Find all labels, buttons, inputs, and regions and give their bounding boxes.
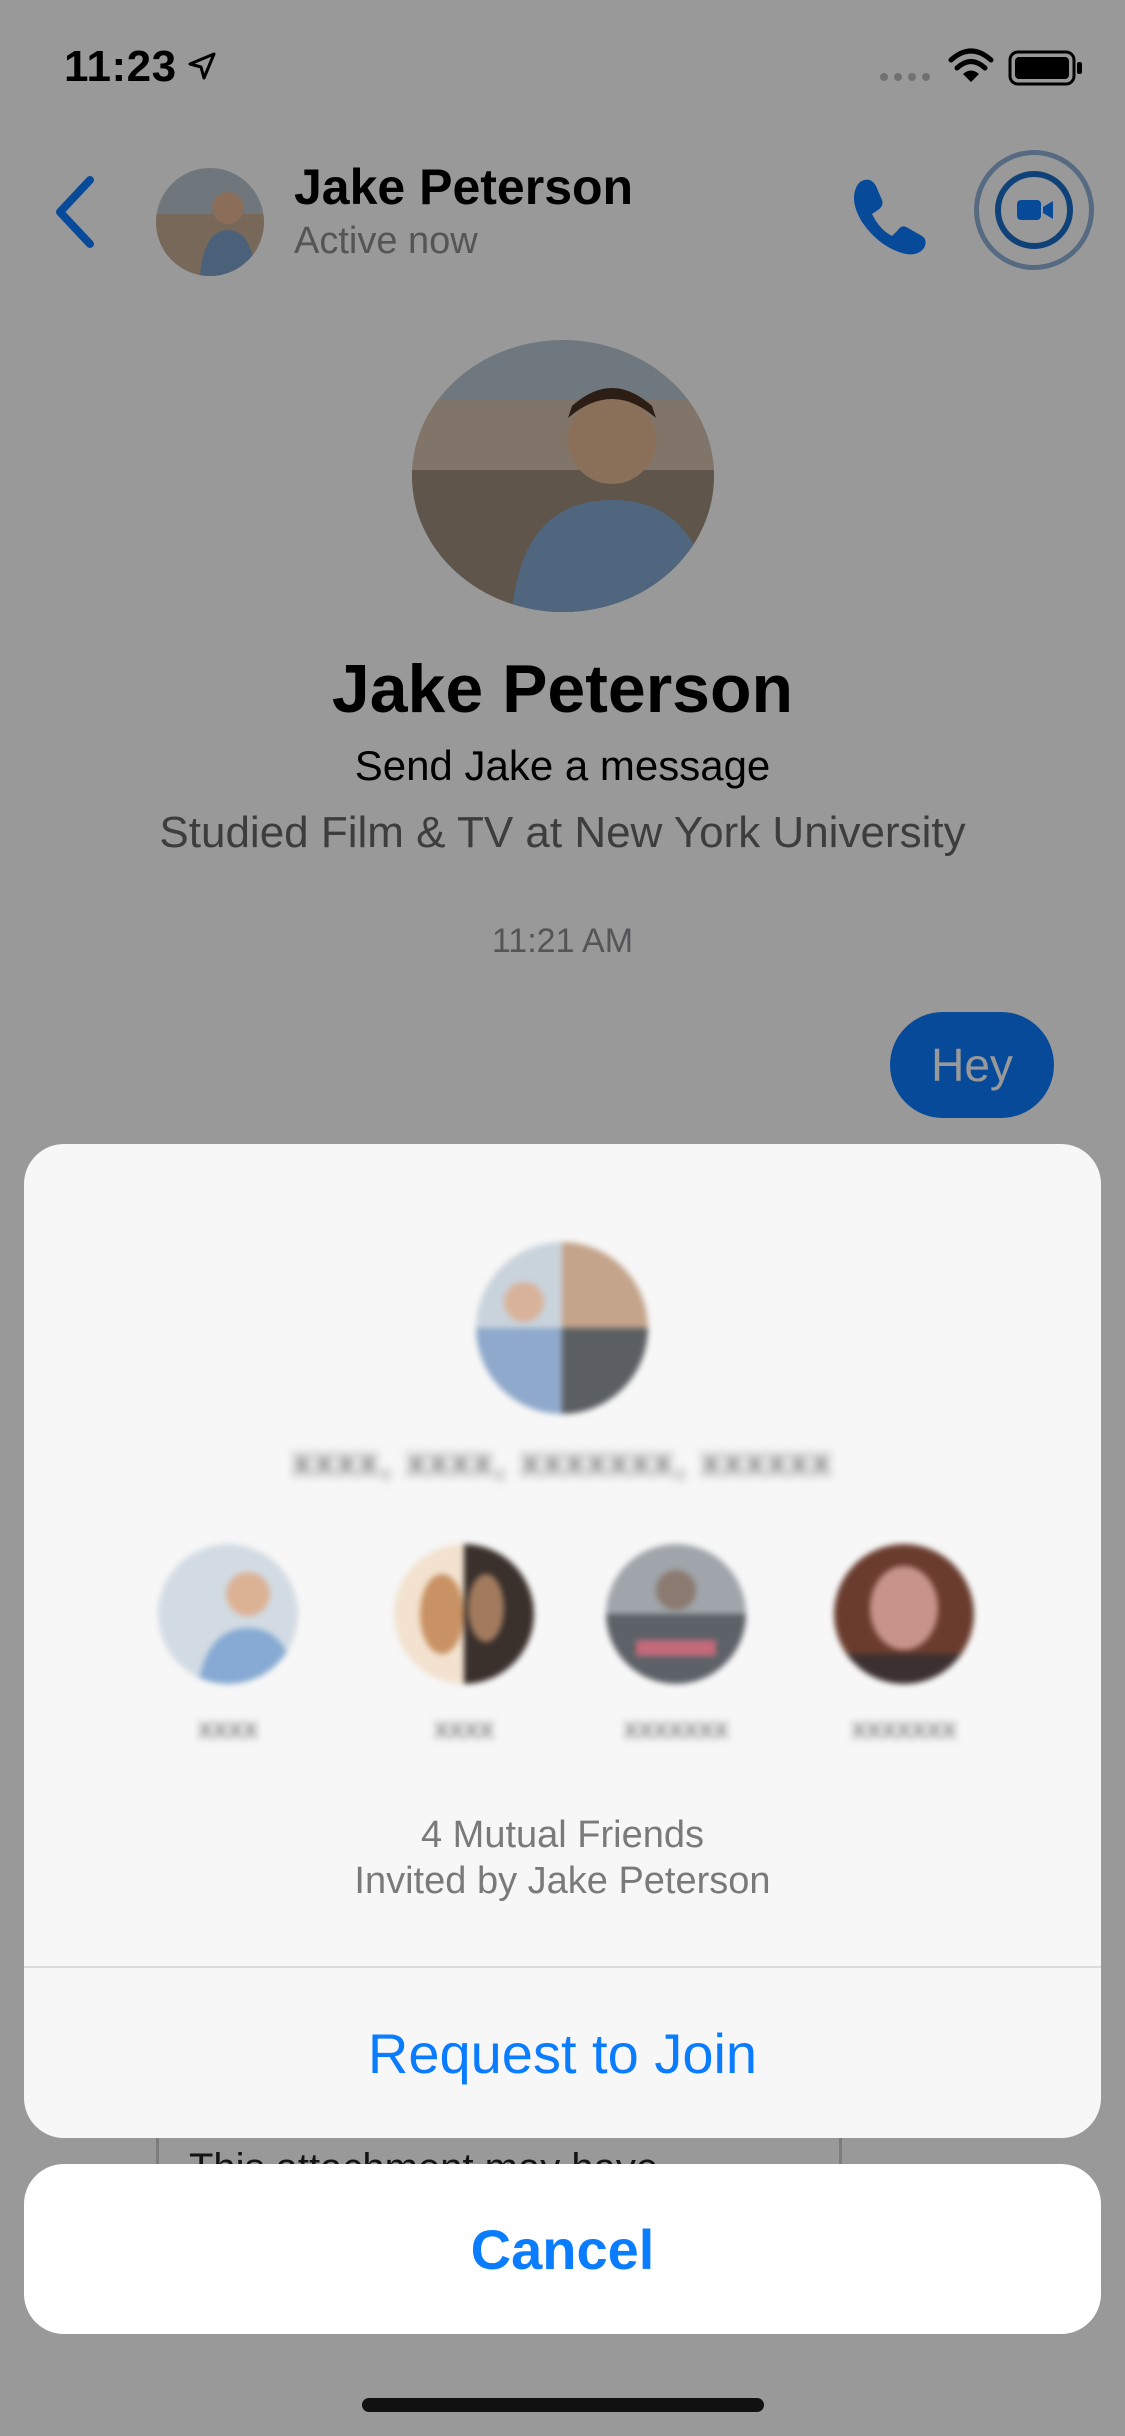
friend-avatar [158,1544,298,1684]
home-indicator[interactable] [362,2398,764,2412]
friend-avatar [606,1544,746,1684]
mutual-friends-count: 4 Mutual Friends [420,1814,704,1856]
friend-name: xxxx [198,1712,258,1745]
friend-name: xxxx [434,1712,494,1745]
group-invite-sheet: xxxx, xxxx, xxxxxxx, xxxxxx xxxx xxxx xx… [24,1144,1101,2138]
invited-by-label: Invited by Jake Peterson [354,1860,771,1902]
mutual-friend: xxxxxxx [596,1544,756,1774]
mutual-friend: xxxxxxx [824,1544,984,1774]
mutual-friend: xxxx [148,1544,308,1774]
friend-name: xxxxxxx [851,1712,957,1745]
friend-avatar [834,1544,974,1684]
mutual-friend: xxxx [384,1544,544,1774]
request-to-join-button[interactable]: Request to Join [24,1968,1101,2138]
cancel-button[interactable]: Cancel [24,2164,1101,2334]
group-avatar [476,1242,648,1414]
group-name: xxxx, xxxx, xxxxxxx, xxxxxx [292,1440,833,1484]
friend-name: xxxxxxx [623,1712,729,1745]
friend-avatar [394,1544,534,1684]
